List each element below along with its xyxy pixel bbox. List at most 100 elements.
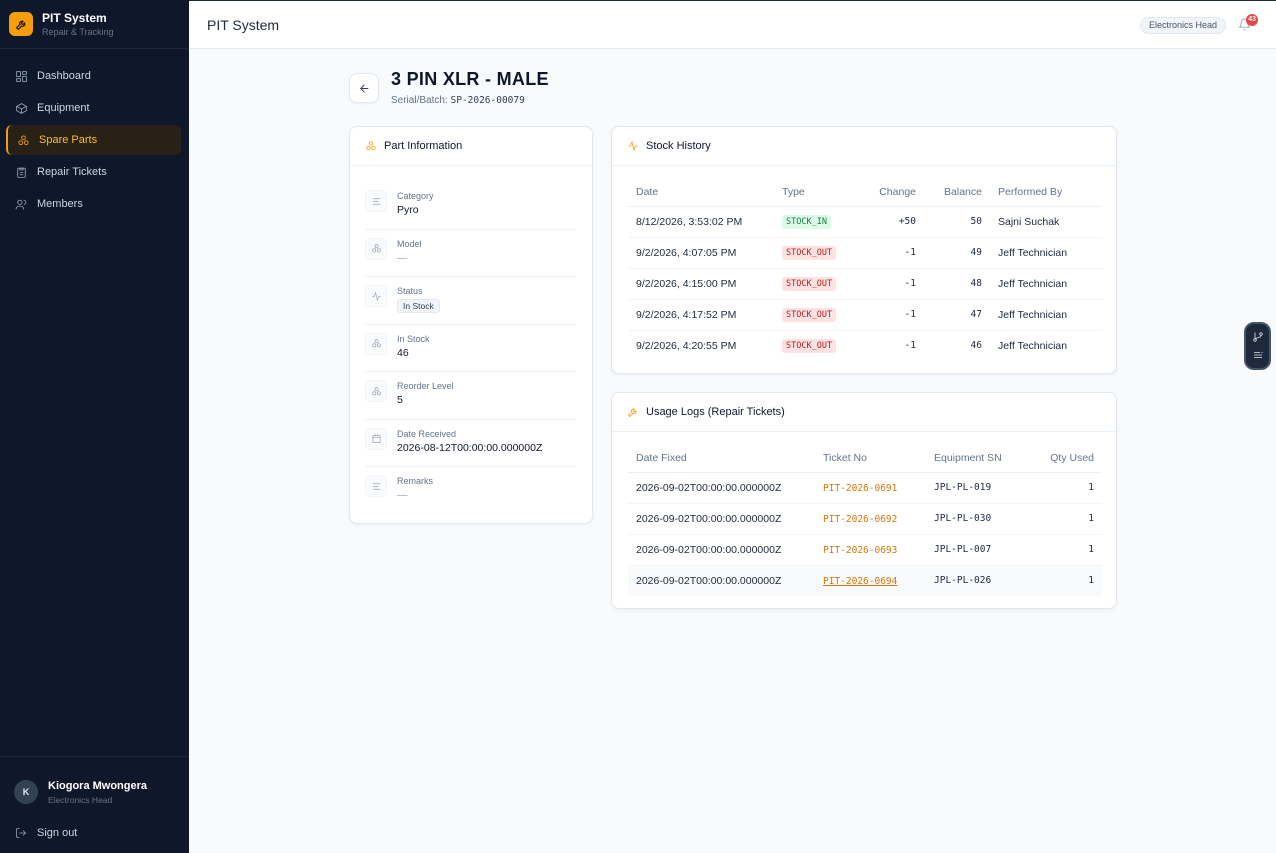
cell-change: +50 — [858, 206, 924, 238]
cell-balance: 49 — [924, 237, 990, 269]
field-label: In Stock — [397, 333, 430, 344]
column-header: Ticket No — [815, 444, 926, 473]
field-value: 46 — [397, 346, 409, 359]
column-header: Equipment SN — [926, 444, 1026, 473]
column-header: Performed By — [990, 178, 1102, 207]
stock-history-table: Date Type Change Balance Performed By 8/… — [628, 178, 1102, 361]
table-row: 2026-09-02T00:00:00.000000Z PIT-2026-069… — [628, 503, 1102, 535]
activity-icon — [628, 140, 638, 152]
field-remarks: Remarks — — [365, 467, 576, 515]
column-header: Qty Used — [1026, 444, 1102, 473]
cell-date: 9/2/2026, 4:17:52 PM — [628, 299, 774, 331]
cell-date-fixed: 2026-09-02T00:00:00.000000Z — [628, 565, 815, 596]
serial-label: Serial/Batch: — [391, 95, 448, 106]
sidebar-footer: K Kiogora Mwongera Electronics Head Sign… — [0, 756, 189, 853]
cell-qty-used: 1 — [1026, 472, 1102, 504]
field-label: Remarks — [397, 476, 434, 486]
column-header: Date — [628, 178, 774, 207]
ticket-link[interactable]: PIT-2026-0692 — [823, 514, 897, 525]
table-row: 2026-09-02T00:00:00.000000Z PIT-2026-069… — [628, 565, 1102, 596]
notifications-button[interactable]: 43 — [1238, 14, 1258, 32]
table-header-row: Date Type Change Balance Performed By — [628, 178, 1102, 207]
floating-toolbar[interactable] — [1244, 322, 1271, 370]
cell-change: -1 — [858, 268, 924, 300]
type-badge: STOCK_OUT — [782, 245, 837, 260]
text-icon — [365, 190, 387, 212]
table-header-row: Date Fixed Ticket No Equipment SN Qty Us… — [628, 444, 1102, 473]
cell-balance: 47 — [924, 299, 990, 331]
cell-change: -1 — [904, 340, 916, 352]
brand-title: PIT System — [42, 11, 107, 25]
sidebar-item-spare-parts[interactable]: Spare Parts — [6, 125, 181, 155]
cell-balance: 50 — [924, 206, 990, 238]
parts-icon — [366, 141, 376, 151]
sidebar-item-dashboard[interactable]: Dashboard — [6, 61, 181, 91]
card-header: Stock History — [612, 127, 1116, 166]
sidebar-item-label: Equipment — [37, 102, 90, 114]
field-label: Reorder Level — [397, 381, 454, 391]
list-icon[interactable] — [1252, 349, 1264, 361]
cell-equipment-sn: JPL-PL-019 — [926, 472, 1026, 504]
brand[interactable]: PIT System Repair & Tracking — [0, 0, 189, 49]
parts-icon — [365, 380, 387, 402]
user-profile[interactable]: K Kiogora Mwongera Electronics Head — [0, 757, 189, 813]
sidebar-item-label: Dashboard — [37, 70, 91, 82]
user-name: Kiogora Mwongera — [48, 779, 148, 792]
avatar: K — [14, 780, 38, 804]
parts-icon — [365, 237, 387, 260]
cell-change: -1 — [858, 237, 924, 269]
table-row: 9/2/2026, 4:07:05 PM STOCK_OUT -1 49 Jef… — [628, 237, 1102, 269]
field-category: Category Pyro — [365, 182, 576, 230]
ticket-link[interactable]: PIT-2026-0694 — [823, 576, 897, 587]
users-icon — [15, 199, 27, 209]
ticket-link[interactable]: PIT-2026-0693 — [823, 545, 897, 556]
field-value: — — [397, 489, 408, 501]
table-row: 9/2/2026, 4:20:55 PM STOCK_OUT -1 46 Jef… — [628, 330, 1102, 361]
clipboard-icon — [17, 167, 26, 178]
stock-history-card: Stock History Date Type Change Balance P… — [611, 126, 1117, 374]
notification-count-badge: 43 — [1246, 14, 1258, 26]
wrench-icon — [627, 408, 637, 418]
sidebar-item-repair-tickets[interactable]: Repair Tickets — [6, 157, 181, 187]
cell-change: -1 — [858, 299, 924, 331]
sidebar-item-equipment[interactable]: Equipment — [6, 93, 181, 123]
cell-equipment-sn: JPL-PL-026 — [926, 565, 1026, 596]
table-row: 9/2/2026, 4:17:52 PM STOCK_OUT -1 47 Jef… — [628, 299, 1102, 331]
arrow-left-icon — [359, 83, 368, 93]
column-header: Type — [774, 178, 858, 207]
field-status: Status In Stock — [365, 277, 576, 325]
field-label: Category — [397, 191, 434, 201]
git-branch-icon[interactable] — [1252, 331, 1264, 343]
parts-icon — [18, 134, 29, 145]
page-title: 3 PIN XLR - MALE — [391, 69, 549, 89]
topbar-title: PIT System — [207, 17, 280, 33]
sidebar-nav: Dashboard Equipment Spare Parts Repair T… — [0, 49, 189, 219]
dashboard-icon — [16, 70, 27, 82]
signout-label: Sign out — [37, 827, 78, 839]
cell-balance: 48 — [924, 268, 990, 300]
cell-performed-by: Jeff Technician — [990, 237, 1102, 269]
type-badge: STOCK_IN — [782, 214, 831, 229]
card-title: Stock History — [646, 140, 711, 152]
table-row: 9/2/2026, 4:15:00 PM STOCK_OUT -1 48 Jef… — [628, 268, 1102, 300]
column-header: Balance — [924, 178, 990, 207]
cell-performed-by: Sajni Suchak — [990, 206, 1102, 238]
cell-qty-used: 1 — [1026, 565, 1102, 596]
cell-date: 9/2/2026, 4:07:05 PM — [628, 237, 774, 269]
table-row: 2026-09-02T00:00:00.000000Z PIT-2026-069… — [628, 534, 1102, 566]
user-role: Electronics Head — [48, 794, 113, 805]
signout-button[interactable]: Sign out — [0, 813, 189, 853]
back-button[interactable] — [349, 73, 379, 103]
sidebar-item-members[interactable]: Members — [6, 189, 181, 219]
cell-equipment-sn: JPL-PL-030 — [926, 503, 1026, 535]
topbar: PIT System Electronics Head 43 — [189, 0, 1276, 49]
status-badge: In Stock — [397, 299, 440, 313]
sidebar-item-label: Repair Tickets — [37, 166, 107, 178]
type-badge: STOCK_OUT — [782, 276, 837, 291]
field-date-received: Date Received 2026-08-12T00:00:00.000000Z — [365, 420, 576, 467]
ticket-link[interactable]: PIT-2026-0691 — [823, 483, 897, 494]
field-in-stock: In Stock 46 — [365, 325, 576, 372]
logout-icon — [16, 828, 27, 838]
part-information-card: Part Information Category Pyro Model — Sta… — [349, 126, 593, 524]
card-title: Part Information — [384, 140, 463, 152]
